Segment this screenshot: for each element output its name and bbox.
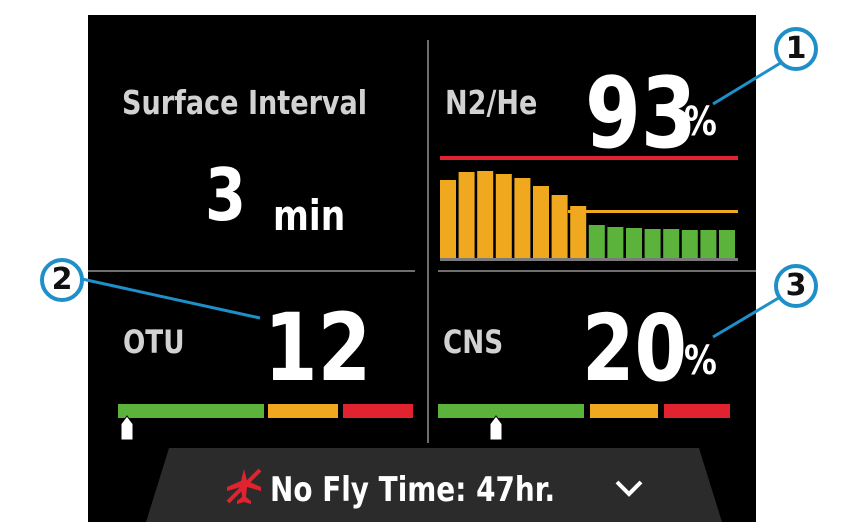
tissue-bar-green <box>681 230 698 258</box>
vertical-divider <box>427 40 429 443</box>
tissue-bar-orange <box>458 172 475 258</box>
surface-interval-unit: min <box>273 191 346 240</box>
tissue-bar-orange <box>514 178 531 258</box>
surface-interval-value: 3 <box>205 153 247 237</box>
cns-gauge <box>438 401 730 441</box>
callout-3: 3 <box>774 264 818 308</box>
tissue-limit-line <box>440 156 738 160</box>
otu-label: OTU <box>123 323 185 361</box>
tissue-bar-orange <box>440 180 456 258</box>
tissue-loading-chart <box>440 156 738 261</box>
tissue-bar-green <box>700 230 717 258</box>
chevron-down-icon[interactable] <box>614 478 644 498</box>
tissue-baseline <box>440 258 738 261</box>
surface-interval-label: Surface Interval <box>122 83 368 122</box>
tissue-bar-green <box>626 228 642 258</box>
otu-gauge-red <box>343 404 413 418</box>
callout-2: 2 <box>40 258 84 302</box>
callout-1: 1 <box>774 27 818 71</box>
horizontal-divider-right <box>438 270 756 272</box>
otu-value: 12 <box>264 294 372 403</box>
level-pointer-icon <box>489 415 503 441</box>
tissue-bar-green <box>588 225 605 258</box>
dive-computer-screen: Surface Interval 3 min N2/He 93 % OTU 12… <box>88 15 756 522</box>
no-fly-time-text: No Fly Time: 47hr. <box>270 470 556 510</box>
otu-gauge-orange <box>268 404 338 418</box>
tissue-bar-orange <box>495 174 512 258</box>
cns-label: CNS <box>443 323 504 361</box>
otu-gauge <box>118 401 413 441</box>
tissue-bar-green <box>607 227 624 258</box>
no-fly-airplane-icon <box>226 468 262 504</box>
tissue-reference-line <box>568 210 738 213</box>
tissue-bar-orange <box>533 186 549 258</box>
tissue-bar-orange <box>570 206 587 258</box>
horizontal-divider-left <box>88 270 415 272</box>
n2he-value: 93 <box>585 57 697 171</box>
n2he-label: N2/He <box>445 83 538 122</box>
cns-gauge-green <box>438 404 584 418</box>
tissue-bar-green <box>663 229 680 258</box>
tissue-bar-green <box>644 229 661 258</box>
n2he-unit: % <box>684 99 717 145</box>
no-fly-time-bar[interactable]: No Fly Time: 47hr. <box>146 448 722 522</box>
cns-gauge-red <box>664 404 730 418</box>
cns-gauge-orange <box>590 404 658 418</box>
tissue-bar-orange <box>477 171 494 258</box>
otu-gauge-green <box>118 404 264 418</box>
cns-unit: % <box>684 338 717 384</box>
cns-value: 20 <box>582 295 687 402</box>
level-pointer-icon <box>120 415 134 441</box>
tissue-bar-orange <box>551 195 568 258</box>
tissue-bar-green <box>719 230 735 258</box>
